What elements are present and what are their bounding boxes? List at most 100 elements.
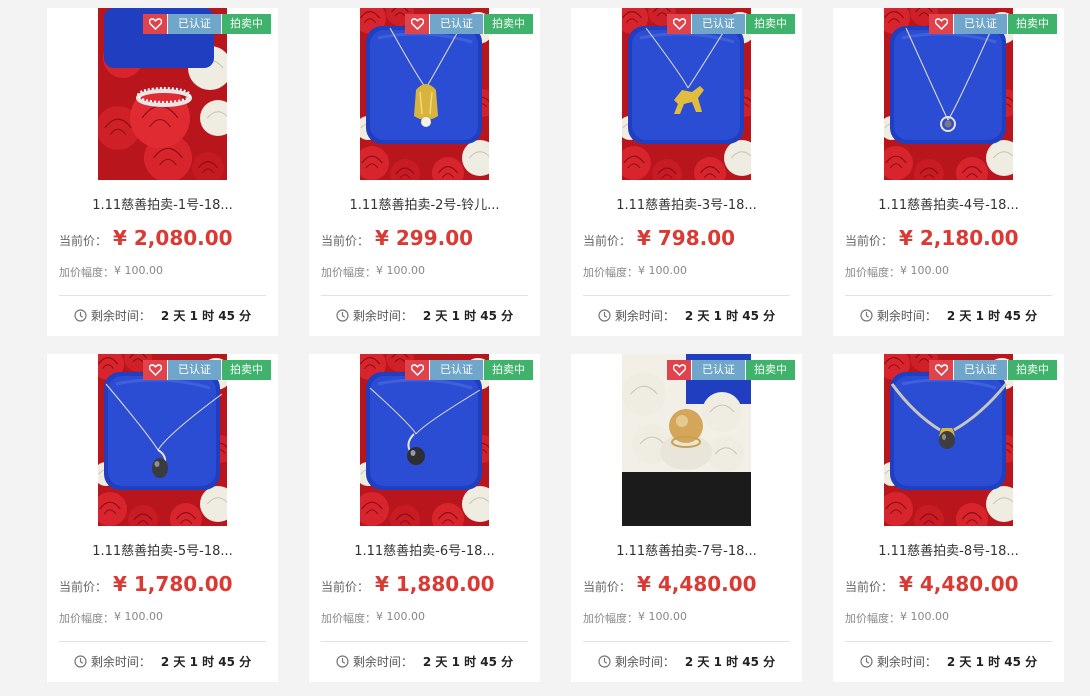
time-remaining-row: 剩余时间： 2 天 1 时 45 分 (309, 307, 540, 324)
favorite-heart-icon[interactable] (405, 360, 429, 380)
badge-group: 已认证 拍卖中 (405, 360, 533, 380)
verified-badge: 已认证 (167, 360, 221, 380)
item-title[interactable]: 1.11慈善拍卖-3号-18... (571, 194, 802, 213)
item-title[interactable]: 1.11慈善拍卖-4号-18... (833, 194, 1064, 213)
divider (59, 295, 266, 296)
clock-icon (336, 309, 349, 322)
badge-group: 已认证 拍卖中 (405, 14, 533, 34)
current-price-label: 当前价： (583, 580, 632, 594)
increment-row: 加价幅度： ¥ 100.00 (59, 610, 163, 626)
time-remaining-value: 2 天 1 时 45 分 (422, 655, 514, 669)
increment-label: 加价幅度： (321, 266, 376, 279)
time-remaining-label: 剩余时间： (876, 655, 937, 669)
clock-icon (598, 655, 611, 668)
favorite-heart-icon[interactable] (405, 14, 429, 34)
price-row: 当前价： ¥ 4,480.00 (583, 572, 757, 596)
auction-card[interactable]: 已认证 拍卖中 1.11慈善拍卖-4号-18... 当前价： ¥ 2,180.0… (833, 8, 1064, 336)
clock-icon (74, 309, 87, 322)
current-price-value: ¥ 4,480.00 (637, 572, 757, 596)
increment-value: ¥ 100.00 (376, 264, 425, 277)
auction-status-badge: 拍卖中 (483, 14, 533, 34)
auction-card[interactable]: 已认证 拍卖中 1.11慈善拍卖-6号-18... 当前价： ¥ 1,880.0… (309, 354, 540, 682)
time-remaining-value: 2 天 1 时 45 分 (422, 309, 514, 323)
auction-status-badge: 拍卖中 (1007, 14, 1057, 34)
current-price-value: ¥ 2,080.00 (113, 226, 233, 250)
price-row: 当前价： ¥ 798.00 (583, 226, 735, 250)
divider (845, 295, 1052, 296)
clock-icon (860, 309, 873, 322)
favorite-heart-icon[interactable] (929, 360, 953, 380)
auction-card[interactable]: 已认证 拍卖中 1.11慈善拍卖-1号-18... 当前价： ¥ 2,080.0… (47, 8, 278, 336)
favorite-heart-icon[interactable] (143, 14, 167, 34)
divider (321, 641, 528, 642)
current-price-value: ¥ 4,480.00 (899, 572, 1019, 596)
increment-row: 加价幅度： ¥ 100.00 (321, 610, 425, 626)
item-title[interactable]: 1.11慈善拍卖-1号-18... (47, 194, 278, 213)
auction-status-badge: 拍卖中 (221, 14, 271, 34)
auction-status-badge: 拍卖中 (745, 14, 795, 34)
favorite-heart-icon[interactable] (667, 14, 691, 34)
divider (321, 295, 528, 296)
auction-card[interactable]: 已认证 拍卖中 1.11慈善拍卖-7号-18... 当前价： ¥ 4,480.0… (571, 354, 802, 682)
increment-value: ¥ 100.00 (114, 610, 163, 623)
auction-status-badge: 拍卖中 (221, 360, 271, 380)
current-price-label: 当前价： (845, 234, 894, 248)
current-price-value: ¥ 1,880.00 (375, 572, 495, 596)
time-remaining-row: 剩余时间： 2 天 1 时 45 分 (571, 653, 802, 670)
badge-group: 已认证 拍卖中 (929, 14, 1057, 34)
clock-icon (336, 655, 349, 668)
auction-status-badge: 拍卖中 (745, 360, 795, 380)
increment-label: 加价幅度： (59, 612, 114, 625)
current-price-label: 当前价： (321, 234, 370, 248)
auction-status-badge: 拍卖中 (1007, 360, 1057, 380)
time-remaining-label: 剩余时间： (352, 655, 413, 669)
current-price-label: 当前价： (583, 234, 632, 248)
verified-badge: 已认证 (691, 360, 745, 380)
increment-label: 加价幅度： (59, 266, 114, 279)
favorite-heart-icon[interactable] (667, 360, 691, 380)
increment-label: 加价幅度： (845, 266, 900, 279)
current-price-value: ¥ 1,780.00 (113, 572, 233, 596)
increment-value: ¥ 100.00 (376, 610, 425, 623)
increment-row: 加价幅度： ¥ 100.00 (583, 610, 687, 626)
item-title[interactable]: 1.11慈善拍卖-2号-铃儿... (309, 194, 540, 213)
auction-card[interactable]: 已认证 拍卖中 1.11慈善拍卖-8号-18... 当前价： ¥ 4,480.0… (833, 354, 1064, 682)
time-remaining-label: 剩余时间： (90, 655, 151, 669)
time-remaining-row: 剩余时间： 2 天 1 时 45 分 (833, 653, 1064, 670)
auction-card[interactable]: 已认证 拍卖中 1.11慈善拍卖-5号-18... 当前价： ¥ 1,780.0… (47, 354, 278, 682)
current-price-label: 当前价： (321, 580, 370, 594)
item-title[interactable]: 1.11慈善拍卖-7号-18... (571, 540, 802, 559)
time-remaining-label: 剩余时间： (876, 309, 937, 323)
time-remaining-row: 剩余时间： 2 天 1 时 45 分 (833, 307, 1064, 324)
auction-card[interactable]: 已认证 拍卖中 1.11慈善拍卖-3号-18... 当前价： ¥ 798.00 … (571, 8, 802, 336)
price-row: 当前价： ¥ 299.00 (321, 226, 473, 250)
favorite-heart-icon[interactable] (143, 360, 167, 380)
increment-label: 加价幅度： (321, 612, 376, 625)
item-title[interactable]: 1.11慈善拍卖-6号-18... (309, 540, 540, 559)
divider (845, 641, 1052, 642)
increment-row: 加价幅度： ¥ 100.00 (583, 264, 687, 280)
verified-badge: 已认证 (429, 14, 483, 34)
time-remaining-row: 剩余时间： 2 天 1 时 45 分 (571, 307, 802, 324)
item-title[interactable]: 1.11慈善拍卖-8号-18... (833, 540, 1064, 559)
clock-icon (860, 655, 873, 668)
divider (583, 295, 790, 296)
favorite-heart-icon[interactable] (929, 14, 953, 34)
badge-group: 已认证 拍卖中 (667, 14, 795, 34)
price-row: 当前价： ¥ 4,480.00 (845, 572, 1019, 596)
current-price-label: 当前价： (845, 580, 894, 594)
time-remaining-row: 剩余时间： 2 天 1 时 45 分 (47, 307, 278, 324)
auction-card[interactable]: 已认证 拍卖中 1.11慈善拍卖-2号-铃儿... 当前价： ¥ 299.00 … (309, 8, 540, 336)
verified-badge: 已认证 (953, 14, 1007, 34)
current-price-label: 当前价： (59, 580, 108, 594)
time-remaining-value: 2 天 1 时 45 分 (946, 655, 1038, 669)
increment-row: 加价幅度： ¥ 100.00 (59, 264, 163, 280)
verified-badge: 已认证 (167, 14, 221, 34)
auction-grid: 已认证 拍卖中 1.11慈善拍卖-1号-18... 当前价： ¥ 2,080.0… (47, 8, 1064, 682)
item-title[interactable]: 1.11慈善拍卖-5号-18... (47, 540, 278, 559)
current-price-value: ¥ 2,180.00 (899, 226, 1019, 250)
current-price-value: ¥ 299.00 (375, 226, 474, 250)
time-remaining-row: 剩余时间： 2 天 1 时 45 分 (47, 653, 278, 670)
current-price-label: 当前价： (59, 234, 108, 248)
time-remaining-value: 2 天 1 时 45 分 (684, 309, 776, 323)
